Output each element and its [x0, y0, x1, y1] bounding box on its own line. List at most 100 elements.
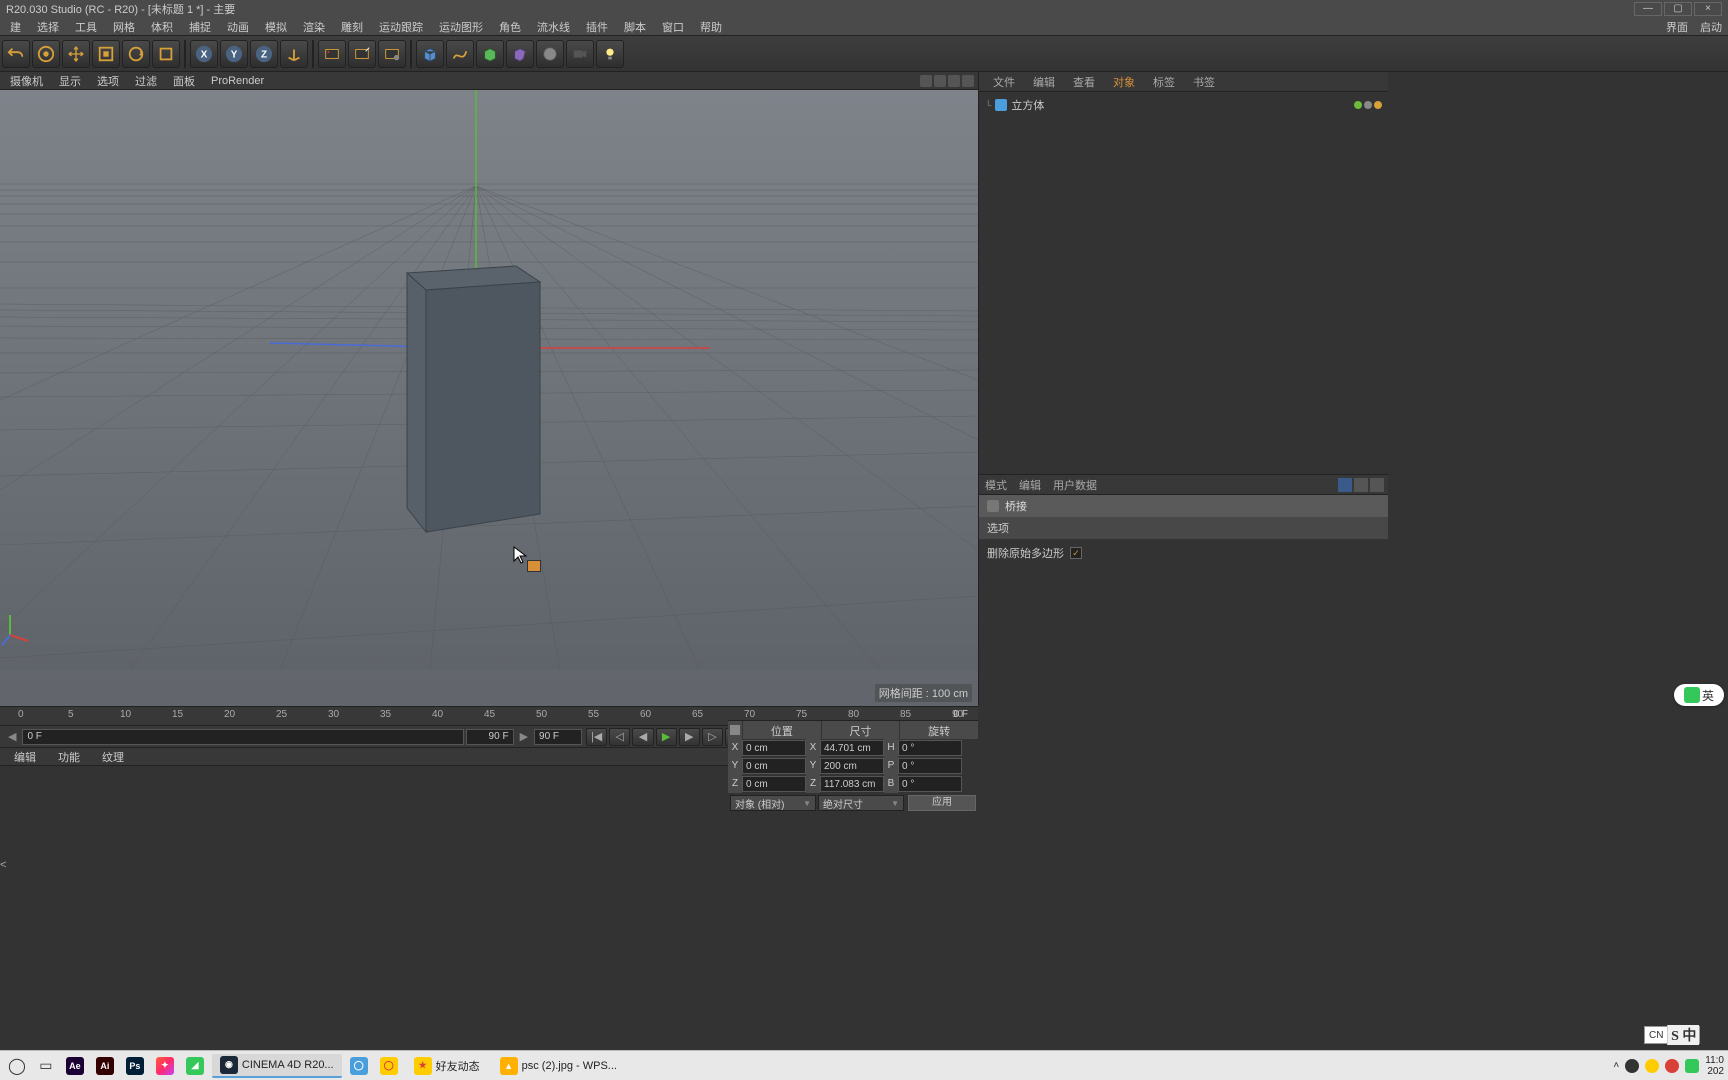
menu-item[interactable]: 插件 — [578, 17, 616, 37]
size-mode-combo[interactable]: 绝对尺寸▼ — [818, 795, 904, 811]
tab-edit[interactable]: 编辑 — [1025, 72, 1063, 92]
rot-p-field[interactable] — [898, 758, 962, 774]
cube-primitive-button[interactable] — [416, 40, 444, 68]
deformer-button[interactable] — [506, 40, 534, 68]
tray-expand-icon[interactable]: ˄ — [1613, 1060, 1619, 1071]
coord-system-button[interactable] — [280, 40, 308, 68]
tray-icon-1[interactable] — [1625, 1059, 1639, 1073]
camera-button[interactable] — [566, 40, 594, 68]
render-view-button[interactable] — [318, 40, 346, 68]
taskbar-app8[interactable]: ◯ — [376, 1054, 402, 1078]
prev-frame-button[interactable]: ◀ — [632, 728, 653, 746]
end-frame-field[interactable] — [466, 729, 514, 745]
play-button[interactable]: ▶ — [656, 728, 677, 746]
scale-button[interactable] — [92, 40, 120, 68]
recent-button[interactable] — [152, 40, 180, 68]
next-frame-button[interactable]: ▶ — [679, 728, 700, 746]
taskview-button[interactable]: ▭ — [34, 1054, 58, 1078]
attr-tab-userdata[interactable]: 用户数据 — [1053, 477, 1097, 493]
taskbar-ae[interactable]: Ae — [62, 1054, 88, 1078]
render-settings-button[interactable] — [378, 40, 406, 68]
generator-button[interactable] — [476, 40, 504, 68]
taskbar-app5[interactable]: ✦ — [152, 1054, 178, 1078]
goto-start-button[interactable]: |◀ — [586, 728, 607, 746]
pos-y-field[interactable] — [742, 758, 806, 774]
maximize-button[interactable]: ▢ — [1664, 2, 1692, 16]
move-button[interactable] — [62, 40, 90, 68]
menu-item[interactable]: 捕捉 — [181, 17, 219, 37]
nav-zoom-icon[interactable] — [934, 75, 946, 87]
prev-key-button[interactable]: ◁ — [609, 728, 630, 746]
visibility-dot-editor[interactable] — [1354, 101, 1362, 109]
close-button[interactable]: × — [1694, 2, 1722, 16]
undo-button[interactable] — [2, 40, 30, 68]
nav-layout-icon[interactable] — [962, 75, 974, 87]
start-frame-field[interactable] — [22, 729, 463, 745]
current-frame-field[interactable] — [534, 729, 582, 745]
environment-button[interactable] — [536, 40, 564, 68]
size-x-field[interactable] — [820, 740, 884, 756]
viewport-menu-item[interactable]: 选项 — [89, 72, 127, 90]
tab-tags[interactable]: 标签 — [1145, 72, 1183, 92]
menu-item[interactable]: 流水线 — [529, 17, 578, 37]
rot-b-field[interactable] — [898, 776, 962, 792]
attr-nav-back-icon[interactable] — [1338, 478, 1352, 492]
start-button[interactable]: ◯ — [4, 1054, 30, 1078]
live-select-button[interactable] — [32, 40, 60, 68]
attr-tab-edit[interactable]: 编辑 — [1019, 477, 1041, 493]
menu-item[interactable]: 模拟 — [257, 17, 295, 37]
axis-z-button[interactable]: Z — [250, 40, 278, 68]
nav-rotate-icon[interactable] — [948, 75, 960, 87]
rot-h-field[interactable] — [898, 740, 962, 756]
attr-nav-fwd-icon[interactable] — [1370, 478, 1384, 492]
tab-objects[interactable]: 对象 — [1105, 72, 1143, 92]
visibility-dot-render[interactable] — [1364, 101, 1372, 109]
menu-item[interactable]: 网格 — [105, 17, 143, 37]
nav-move-icon[interactable] — [920, 75, 932, 87]
menu-item[interactable]: 角色 — [491, 17, 529, 37]
attr-nav-up-icon[interactable] — [1354, 478, 1368, 492]
taskbar-wps[interactable]: ▲psc (2).jpg - WPS... — [492, 1054, 625, 1078]
slider-handle-right[interactable]: ▶ — [516, 730, 532, 743]
menu-item[interactable]: 雕刻 — [333, 17, 371, 37]
mat-tab-texture[interactable]: 纹理 — [92, 748, 134, 766]
coord-mode-combo[interactable]: 对象 (相对)▼ — [730, 795, 816, 811]
light-button[interactable] — [596, 40, 624, 68]
apply-button[interactable]: 应用 — [908, 795, 976, 811]
tab-view[interactable]: 查看 — [1065, 72, 1103, 92]
taskbar-ai[interactable]: Ai — [92, 1054, 118, 1078]
menu-item[interactable]: 帮助 — [692, 17, 730, 37]
tray-icon-3[interactable] — [1665, 1059, 1679, 1073]
taskbar-c4d[interactable]: ◉CINEMA 4D R20... — [212, 1054, 342, 1078]
tray-icon-4[interactable] — [1685, 1059, 1699, 1073]
mat-tab-edit[interactable]: 编辑 — [4, 748, 46, 766]
viewport-menu-item[interactable]: 面板 — [165, 72, 203, 90]
ime-indicator[interactable]: CN S 中 — [1644, 1026, 1700, 1044]
rotate-button[interactable] — [122, 40, 150, 68]
spline-button[interactable] — [446, 40, 474, 68]
clock-time[interactable]: 11:0 — [1705, 1055, 1724, 1066]
menu-item[interactable]: 动画 — [219, 17, 257, 37]
viewport-menu-item[interactable]: 显示 — [51, 72, 89, 90]
menu-startup[interactable]: 启动 — [1694, 17, 1728, 37]
minimize-button[interactable]: — — [1634, 2, 1662, 16]
menu-item[interactable]: 运动跟踪 — [371, 17, 431, 37]
pos-x-field[interactable] — [742, 740, 806, 756]
menu-item[interactable]: 脚本 — [616, 17, 654, 37]
visibility-dot-tag[interactable] — [1374, 101, 1382, 109]
taskbar-browser[interactable]: ◯ — [346, 1054, 372, 1078]
menu-item[interactable]: 运动图形 — [431, 17, 491, 37]
object-tree-item[interactable]: └ 立方体 — [983, 96, 1384, 114]
delete-original-checkbox[interactable]: ✓ — [1070, 547, 1082, 559]
attr-tab-mode[interactable]: 模式 — [985, 477, 1007, 493]
axis-x-button[interactable]: X — [190, 40, 218, 68]
size-z-field[interactable] — [820, 776, 884, 792]
tab-file[interactable]: 文件 — [985, 72, 1023, 92]
menu-item[interactable]: 体积 — [143, 17, 181, 37]
object-tree[interactable]: └ 立方体 — [979, 92, 1388, 474]
axis-y-button[interactable]: Y — [220, 40, 248, 68]
viewport-menu-item[interactable]: 过滤 — [127, 72, 165, 90]
render-region-button[interactable] — [348, 40, 376, 68]
viewport-menu-item[interactable]: ProRender — [203, 74, 272, 88]
next-key-button[interactable]: ▷ — [702, 728, 723, 746]
